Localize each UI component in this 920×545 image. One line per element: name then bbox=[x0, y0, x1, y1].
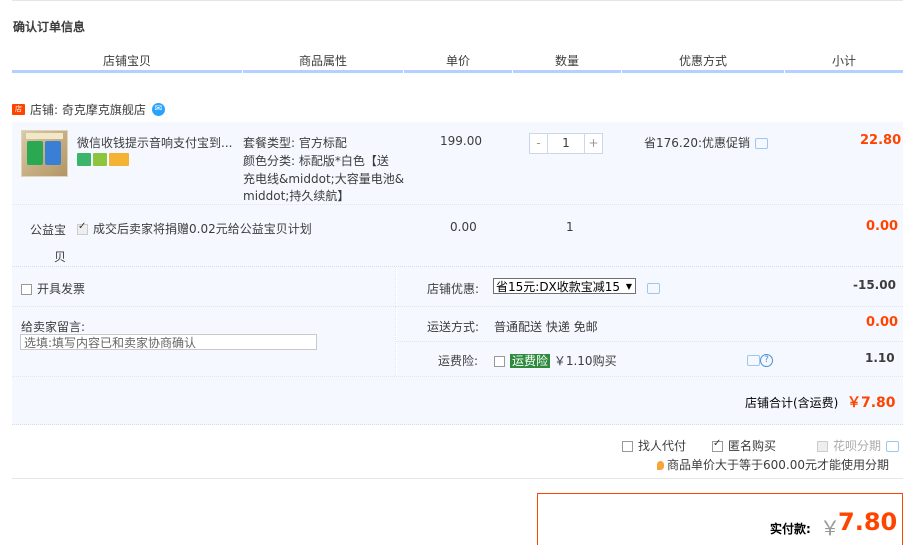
comment-icon[interactable] bbox=[886, 441, 900, 452]
row-divider bbox=[396, 306, 903, 308]
message-label: 给卖家留言: bbox=[21, 320, 86, 334]
attr-line: 充电线&middot;大容量电池& bbox=[243, 172, 405, 186]
qty-minus-button[interactable]: - bbox=[529, 133, 548, 154]
message-input[interactable]: 选填:填写内容已和卖家协商确认 bbox=[20, 334, 317, 350]
chat-icon[interactable]: ✉ bbox=[151, 102, 165, 116]
anonymous-label: 匿名购买 bbox=[728, 439, 777, 453]
unit-price: 199.00 bbox=[440, 134, 482, 148]
charity-subtotal: 0.00 bbox=[866, 219, 899, 234]
proxy-pay-option[interactable]: 找人代付 bbox=[622, 437, 686, 454]
section-divider bbox=[12, 478, 903, 479]
shop-total-amount: ￥7.80 bbox=[847, 395, 896, 411]
attr-line: middot;持久续航】 bbox=[243, 189, 350, 203]
shop-discount-label: 店铺优惠: bbox=[427, 282, 480, 296]
product-name-link[interactable]: 微信收钱提示音响支付宝到... bbox=[77, 134, 232, 151]
invoice-label: 开具发票 bbox=[37, 282, 86, 296]
freight-insurance-label: 运费险: bbox=[438, 354, 479, 368]
shop-total-label: 店铺合计(含运费) bbox=[745, 396, 839, 410]
shipping-label: 运送方式: bbox=[427, 320, 480, 334]
freight-insurance-help: ? bbox=[747, 353, 773, 367]
shipping-value: 普通配送 快递 免邮 bbox=[494, 320, 598, 334]
credit-card-icon[interactable] bbox=[109, 153, 129, 166]
location-pin-icon bbox=[657, 461, 664, 470]
row-divider bbox=[12, 376, 903, 378]
charity-info: 成交后卖家将捐赠0.02元给公益宝贝计划 bbox=[77, 220, 312, 237]
col-header-item: 店铺宝贝 bbox=[102, 54, 151, 68]
service-icons bbox=[77, 153, 129, 166]
comment-icon[interactable] bbox=[647, 283, 660, 294]
freight-insurance-checkbox[interactable] bbox=[494, 356, 505, 367]
charity-price: 0.00 bbox=[450, 220, 477, 234]
shop-icon: 店 bbox=[12, 103, 25, 115]
actual-payment-label: 实付款: bbox=[770, 522, 811, 536]
row-divider bbox=[12, 306, 396, 308]
huabei-option: 花呗分期 bbox=[817, 437, 900, 454]
shop-header: 店 店铺: 奇克摩克旗舰店 ✉ bbox=[12, 100, 165, 118]
attr-line: 颜色分类: 标配版*白色【送 bbox=[243, 154, 389, 168]
col-header-subtotal: 小计 bbox=[831, 54, 856, 68]
item-subtotal: 22.80 bbox=[860, 133, 902, 148]
page-title: 确认订单信息 bbox=[13, 20, 86, 34]
column-divider bbox=[395, 267, 397, 376]
qty-plus-button[interactable]: + bbox=[584, 133, 603, 154]
row-divider bbox=[12, 204, 903, 206]
huabei-checkbox bbox=[817, 441, 828, 452]
help-icon[interactable]: ? bbox=[760, 354, 773, 367]
invoice-checkbox[interactable] bbox=[21, 284, 32, 295]
header-underline bbox=[785, 70, 903, 73]
anonymous-option[interactable]: 匿名购买 bbox=[712, 437, 776, 454]
charity-label-cont: 贝 bbox=[54, 250, 67, 264]
header-underline bbox=[404, 70, 512, 73]
attr-line: 套餐类型: 官方标配 bbox=[243, 136, 347, 150]
invoice-option[interactable]: 开具发票 bbox=[21, 280, 85, 297]
charity-label: 公益宝 bbox=[30, 223, 67, 237]
header-underline bbox=[513, 70, 621, 73]
col-header-attr: 商品属性 bbox=[298, 54, 347, 68]
anonymous-checkbox[interactable] bbox=[712, 438, 723, 452]
header-underline bbox=[12, 70, 242, 73]
freight-insurance-tag: 运费险 bbox=[510, 354, 551, 368]
freight-insurance-option[interactable]: 运费险 ￥1.10购买 bbox=[494, 352, 617, 369]
quantity-stepper: - 1 + bbox=[529, 133, 603, 154]
shipping-amount: 0.00 bbox=[866, 315, 899, 330]
comment-icon[interactable] bbox=[755, 138, 769, 149]
shop-name-link[interactable]: 店铺: 奇克摩克旗舰店 bbox=[30, 101, 146, 118]
charity-qty: 1 bbox=[566, 220, 574, 234]
huabei-label: 花呗分期 bbox=[833, 439, 882, 453]
product-thumbnail[interactable] bbox=[21, 130, 68, 177]
header-underline bbox=[243, 70, 403, 73]
charity-checkbox bbox=[77, 221, 88, 235]
col-header-discount: 优惠方式 bbox=[678, 54, 727, 68]
top-divider bbox=[12, 0, 903, 1]
header-underline bbox=[622, 70, 784, 73]
col-header-qty: 数量 bbox=[554, 54, 579, 68]
comment-icon[interactable] bbox=[747, 355, 760, 366]
seven-day-return-icon[interactable] bbox=[77, 153, 91, 166]
guarantee-icon[interactable] bbox=[93, 153, 107, 166]
proxy-pay-checkbox[interactable] bbox=[622, 441, 633, 452]
charity-text: 成交后卖家将捐赠0.02元给公益宝贝计划 bbox=[93, 222, 312, 236]
freight-insurance-price: ￥1.10购买 bbox=[553, 354, 617, 368]
actual-payment-amount: 7.80 bbox=[838, 508, 898, 536]
dropdown-arrow-icon: ▼ bbox=[625, 282, 632, 291]
discount-text: 省176.20:优惠促销 bbox=[644, 136, 751, 150]
row-divider bbox=[396, 341, 903, 343]
huabei-note: 商品单价大于等于600.00元才能使用分期 bbox=[657, 456, 889, 473]
proxy-pay-label: 找人代付 bbox=[638, 439, 687, 453]
qty-input[interactable]: 1 bbox=[548, 133, 584, 154]
freight-insurance-amount: 1.10 bbox=[865, 351, 895, 365]
shop-discount-selected: 省15元:DX收款宝减15 bbox=[496, 280, 621, 294]
col-header-price: 单价 bbox=[445, 54, 470, 68]
shop-discount-select[interactable]: 省15元:DX收款宝减15 ▼ bbox=[493, 278, 636, 294]
huabei-note-text: 商品单价大于等于600.00元才能使用分期 bbox=[667, 458, 889, 472]
currency-symbol: ￥ bbox=[820, 516, 840, 540]
discount-info: 省176.20:优惠促销 bbox=[644, 134, 769, 151]
shop-discount-amount: -15.00 bbox=[853, 278, 896, 292]
